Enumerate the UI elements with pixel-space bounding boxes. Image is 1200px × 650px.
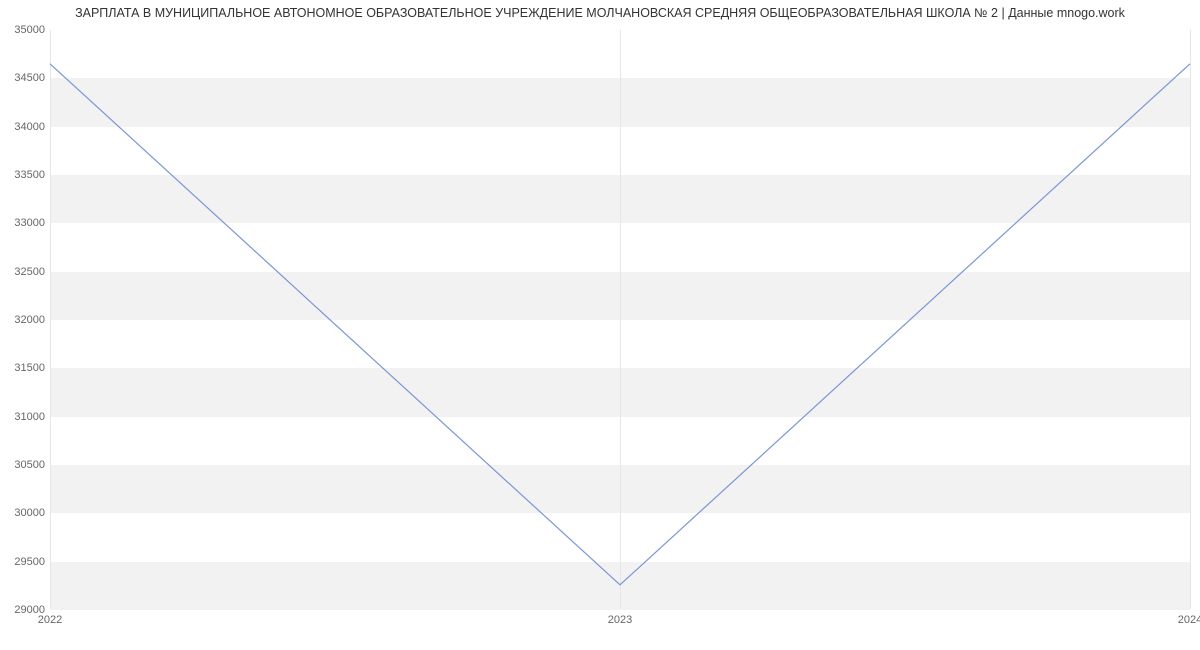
- y-axis-tick-label: 31500: [5, 362, 45, 374]
- y-axis-tick-label: 35000: [5, 24, 45, 36]
- y-axis-tick-label: 34500: [5, 72, 45, 84]
- y-axis-tick-label: 32000: [5, 314, 45, 326]
- x-axis-tick-label: 2024: [1178, 614, 1200, 626]
- chart-title: ЗАРПЛАТА В МУНИЦИПАЛЬНОЕ АВТОНОМНОЕ ОБРА…: [0, 6, 1200, 20]
- y-axis-tick-label: 30500: [5, 459, 45, 471]
- y-axis-tick-label: 32500: [5, 266, 45, 278]
- chart-container: ЗАРПЛАТА В МУНИЦИПАЛЬНОЕ АВТОНОМНОЕ ОБРА…: [0, 0, 1200, 650]
- y-axis-tick-label: 34000: [5, 121, 45, 133]
- grid-line-vertical: [1190, 30, 1191, 609]
- x-axis-tick-label: 2022: [38, 614, 62, 626]
- plot-area: [50, 30, 1190, 610]
- y-axis-tick-label: 29500: [5, 556, 45, 568]
- series-line: [50, 64, 1190, 585]
- y-axis-tick-label: 31000: [5, 411, 45, 423]
- y-axis-tick-label: 30000: [5, 507, 45, 519]
- y-axis-tick-label: 33000: [5, 217, 45, 229]
- series-svg: [50, 30, 1190, 609]
- x-axis-tick-label: 2023: [608, 614, 632, 626]
- y-axis-tick-label: 33500: [5, 169, 45, 181]
